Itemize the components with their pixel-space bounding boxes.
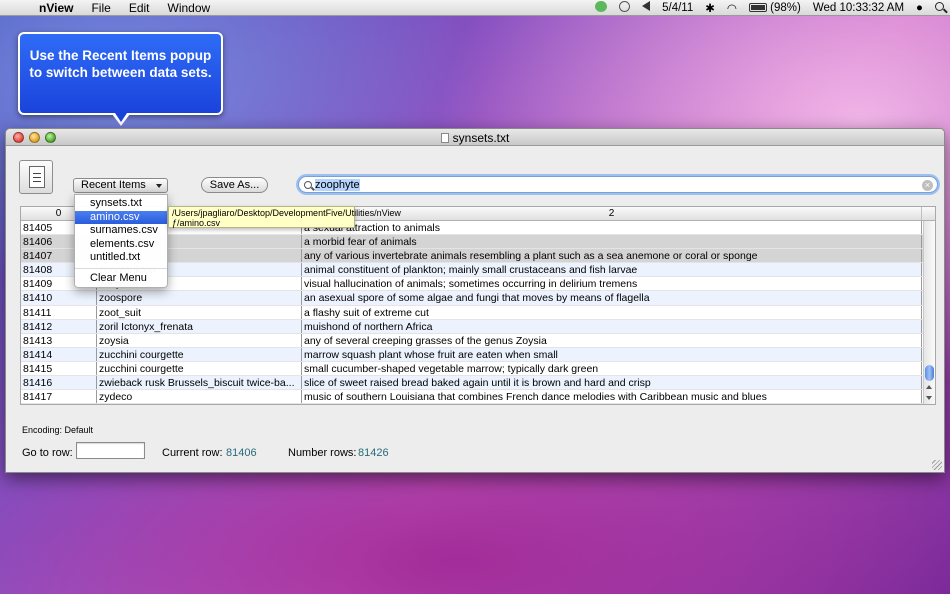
- clear-menu-item[interactable]: Clear Menu: [75, 272, 167, 286]
- title-bar[interactable]: synsets.txt: [6, 129, 944, 146]
- menubar-date[interactable]: 5/4/11: [656, 2, 699, 14]
- menu-item-recent[interactable]: elements.csv: [75, 238, 167, 252]
- table-cell: zoysia: [97, 333, 302, 347]
- table-cell: small cucumber-shaped vegetable marrow; …: [302, 361, 922, 376]
- table-cell: a sexual attraction to animals: [302, 221, 922, 235]
- table-cell: zydeco: [97, 390, 302, 404]
- table-row[interactable]: 81414 zucchini courgette marrow squash pla…: [21, 347, 923, 362]
- table-row[interactable]: 81415 zucchini courgette small cucumber-sh…: [21, 361, 923, 377]
- table-row[interactable]: 81416 zwieback rusk Brussels_biscuit twic…: [21, 376, 923, 391]
- time-machine-icon[interactable]: [613, 0, 636, 15]
- evernote-icon[interactable]: [589, 0, 613, 15]
- current-row-label: Current row:: [162, 447, 223, 459]
- menu-extras: 5/4/11 ✱ ◠ (98%) Wed 10:33:32 AM ●: [589, 0, 950, 16]
- clear-search-icon[interactable]: ×: [922, 180, 933, 191]
- goto-row-input[interactable]: [76, 442, 145, 459]
- window-title-text: synsets.txt: [452, 131, 510, 145]
- menu-app[interactable]: nView: [30, 1, 82, 15]
- search-field[interactable]: zoophyte ×: [298, 176, 938, 193]
- bluetooth-icon[interactable]: ✱: [699, 1, 721, 15]
- table-row[interactable]: 81417 zydeco music of southern Louisiana t…: [21, 390, 923, 404]
- table-row[interactable]: 81412 zoril Ictonyx_frenata muishond of no…: [21, 319, 923, 334]
- resize-handle[interactable]: [932, 460, 942, 470]
- vertical-scrollbar[interactable]: [923, 221, 935, 404]
- recent-items-menu: synsets.txt amino.csv surnames.csv eleme…: [74, 194, 168, 288]
- table-cell: any of various invertebrate animals rese…: [302, 249, 922, 263]
- table-cell: zucchini courgette: [97, 347, 302, 361]
- table-cell: 81411: [21, 305, 97, 319]
- menu-item-recent[interactable]: untitled.txt: [75, 251, 167, 265]
- number-rows-label: Number rows:: [288, 447, 357, 459]
- menu-separator: [75, 267, 167, 269]
- save-as-button[interactable]: Save As...: [201, 177, 268, 193]
- scroll-up-icon[interactable]: [925, 382, 934, 392]
- menu-file[interactable]: File: [82, 1, 119, 15]
- menubar-clock[interactable]: Wed 10:33:32 AM: [807, 2, 910, 14]
- table-row[interactable]: 81411 zoot_suit a flashy suit of extreme c…: [21, 305, 923, 320]
- search-icon: [304, 180, 312, 189]
- volume-icon[interactable]: [636, 1, 656, 14]
- callout-text: Use the Recent Items popup to switch bet…: [29, 48, 212, 80]
- window-title: synsets.txt: [6, 131, 944, 145]
- table-cell: 81416: [21, 376, 97, 390]
- table-cell: visual hallucination of animals; sometim…: [302, 277, 922, 291]
- current-row-value: 81406: [226, 447, 257, 459]
- chevron-down-icon: [156, 184, 162, 188]
- battery-percent: (98%): [770, 1, 801, 14]
- document-icon-button[interactable]: [19, 160, 53, 194]
- recent-items-popup[interactable]: Recent Items: [73, 178, 168, 193]
- menu-item-recent[interactable]: surnames.csv: [75, 224, 167, 238]
- scroll-thumb[interactable]: [925, 365, 934, 381]
- table-cell: music of southern Louisiana that combine…: [302, 390, 922, 404]
- goto-row-label: Go to row:: [22, 447, 73, 459]
- table-cell: 81415: [21, 361, 97, 376]
- battery-icon: [748, 2, 767, 12]
- document-icon: [440, 133, 449, 143]
- table-cell: zwieback rusk Brussels_biscuit twice-ba.…: [97, 376, 302, 390]
- table-cell: marrow squash plant whose fruit are eate…: [302, 347, 922, 361]
- encoding-label: Encoding: Default: [22, 425, 94, 435]
- table-cell: 81413: [21, 333, 97, 347]
- document-window: synsets.txt Recent Items Save As... zoop…: [5, 128, 945, 473]
- table-cell: 81414: [21, 347, 97, 361]
- file-icon: [29, 166, 45, 188]
- table-cell: 81412: [21, 319, 97, 333]
- table-cell: zoospore: [97, 291, 302, 305]
- menu-item-recent[interactable]: amino.csv: [75, 210, 167, 224]
- table-cell: slice of sweet raised bread baked again …: [302, 376, 922, 390]
- table-cell: 81410: [21, 291, 97, 305]
- table-cell: zucchini courgette: [97, 361, 302, 376]
- table-cell: muishond of northern Africa: [302, 319, 922, 333]
- user-icon[interactable]: ●: [910, 2, 929, 14]
- recent-items-label: Recent Items: [81, 179, 146, 191]
- table-cell: any of several creeping grasses of the g…: [302, 333, 922, 347]
- callout-tail-inner: [115, 113, 127, 122]
- help-callout: Use the Recent Items popup to switch bet…: [18, 32, 223, 115]
- table-row[interactable]: 81410 zoospore an asexual spore of some al…: [21, 291, 923, 306]
- path-tooltip: /Users/jpagliaro/Desktop/DevelopmentFive…: [168, 206, 401, 228]
- table-cell: 81417: [21, 390, 97, 404]
- menu-window[interactable]: Window: [159, 1, 220, 15]
- menu-item-recent[interactable]: synsets.txt: [75, 197, 167, 211]
- menu-edit[interactable]: Edit: [120, 1, 159, 15]
- table-cell: a morbid fear of animals: [302, 235, 922, 249]
- scroll-down-icon[interactable]: [925, 393, 934, 403]
- battery-status[interactable]: (98%): [743, 2, 807, 14]
- wifi-icon[interactable]: ◠: [721, 1, 743, 15]
- table-cell: an asexual spore of some algae and fungi…: [302, 291, 922, 305]
- table-cell: zoril Ictonyx_frenata: [97, 319, 302, 333]
- table-row[interactable]: 81413 zoysia any of several creeping grass…: [21, 333, 923, 348]
- search-input[interactable]: zoophyte: [315, 178, 360, 191]
- table-cell: animal constituent of plankton; mainly s…: [302, 263, 922, 277]
- menu-bar: nView File Edit Window 5/4/11 ✱ ◠ (98%) …: [0, 0, 950, 16]
- table-cell: zoot_suit: [97, 305, 302, 319]
- number-rows-value: 81426: [358, 447, 389, 459]
- table-cell: a flashy suit of extreme cut: [302, 305, 922, 319]
- spotlight-icon[interactable]: [929, 1, 950, 14]
